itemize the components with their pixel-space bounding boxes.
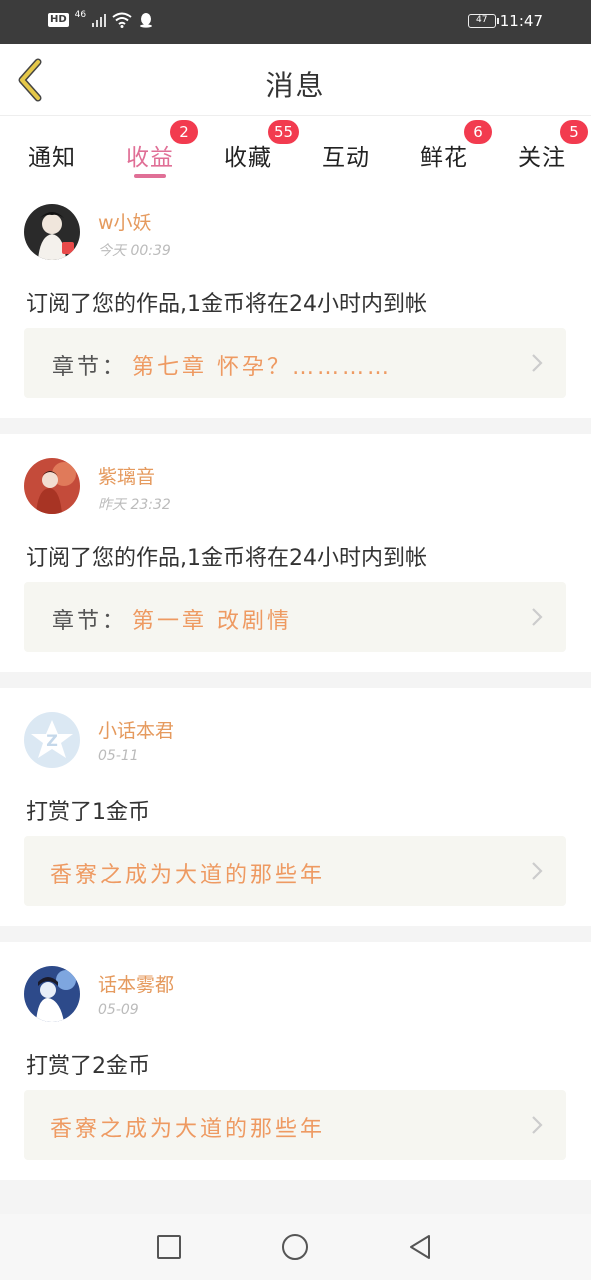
unread-badge: 2 — [170, 120, 198, 144]
svg-text:Z: Z — [46, 731, 58, 750]
message-card: Z 小话本君 05-11 打赏了1金币 香寮之成为大道的那些年 — [0, 688, 591, 926]
message-card: 紫璃音 昨天 23:32 订阅了您的作品,1金币将在24小时内到帐 章节： 第一… — [0, 434, 591, 672]
timestamp: 昨天 23:32 — [98, 497, 171, 513]
message-text: 订阅了您的作品,1金币将在24小时内到帐 — [26, 546, 427, 571]
tab-label: 通知 — [28, 145, 76, 171]
back-triangle-icon[interactable] — [405, 1232, 435, 1262]
message-card: 话本雾都 05-09 打赏了2金币 香寮之成为大道的那些年 — [0, 942, 591, 1180]
tab-flowers[interactable]: 鲜花 6 — [404, 120, 492, 180]
tab-earnings[interactable]: 收益 2 — [110, 120, 198, 180]
timestamp: 05-09 — [98, 1002, 139, 1018]
chapter-link[interactable]: 章节： 第一章 改剧情 — [24, 582, 566, 652]
tab-notifications[interactable]: 通知 — [12, 126, 92, 180]
home-circle-icon[interactable] — [280, 1232, 310, 1262]
wifi-icon — [112, 12, 132, 28]
tab-follows[interactable]: 关注 5 — [502, 120, 588, 180]
username[interactable]: 小话本君 — [98, 716, 174, 743]
chevron-right-icon — [532, 354, 543, 372]
page-title: 消息 — [265, 69, 326, 102]
signal-icon — [92, 13, 107, 27]
status-bar: HD 46 47 11:47 — [0, 0, 591, 44]
link-title: 香寮之成为大道的那些年 — [50, 1117, 326, 1142]
link-title: 第一章 改剧情 — [132, 609, 292, 634]
avatar[interactable]: Z — [24, 712, 80, 768]
status-time: 11:47 — [499, 12, 543, 30]
unread-badge: 55 — [268, 120, 300, 144]
link-prefix: 章节： — [52, 609, 128, 634]
avatar[interactable] — [24, 458, 80, 514]
recents-square-icon[interactable] — [154, 1232, 184, 1262]
status-left: HD 46 — [48, 10, 154, 28]
timestamp: 今天 00:39 — [98, 243, 171, 259]
chapter-link[interactable]: 章节： 第七章 怀孕？………… — [24, 328, 566, 398]
chevron-right-icon — [532, 608, 543, 626]
qq-icon — [140, 13, 153, 28]
avatar[interactable] — [24, 204, 80, 260]
network-type: 46 — [74, 10, 87, 20]
book-link[interactable]: 香寮之成为大道的那些年 — [24, 836, 566, 906]
timestamp: 05-11 — [98, 748, 139, 764]
message-text: 打赏了1金币 — [26, 800, 150, 825]
hd-indicator: HD — [48, 13, 69, 27]
username[interactable]: 话本雾都 — [98, 970, 174, 997]
username[interactable]: w小妖 — [98, 208, 152, 235]
unread-badge: 5 — [560, 120, 588, 144]
battery-icon: 47 — [467, 14, 499, 28]
message-text: 打赏了2金币 — [26, 1054, 150, 1079]
chevron-right-icon — [532, 1116, 543, 1134]
link-title: 香寮之成为大道的那些年 — [50, 863, 326, 888]
title-bar: 消息 — [0, 44, 591, 116]
avatar[interactable] — [24, 966, 80, 1022]
system-nav-bar — [0, 1214, 591, 1280]
active-tab-indicator — [134, 174, 166, 178]
tab-favorites[interactable]: 收藏 55 — [208, 120, 300, 180]
book-link[interactable]: 香寮之成为大道的那些年 — [24, 1090, 566, 1160]
link-prefix: 章节： — [52, 355, 128, 380]
link-title: 第七章 怀孕？………… — [132, 355, 392, 380]
tab-bar: 通知 收益 2 收藏 55 互动 鲜花 6 关注 5 — [0, 116, 591, 180]
unread-badge: 6 — [464, 120, 492, 144]
username[interactable]: 紫璃音 — [98, 462, 155, 489]
status-right: 47 11:47 — [467, 12, 543, 30]
chevron-right-icon — [532, 862, 543, 880]
tab-interactions[interactable]: 互动 — [306, 126, 386, 180]
message-card: w小妖 今天 00:39 订阅了您的作品,1金币将在24小时内到帐 章节： 第七… — [0, 180, 591, 418]
tab-label: 互动 — [322, 145, 370, 171]
message-text: 订阅了您的作品,1金币将在24小时内到帐 — [26, 292, 427, 317]
